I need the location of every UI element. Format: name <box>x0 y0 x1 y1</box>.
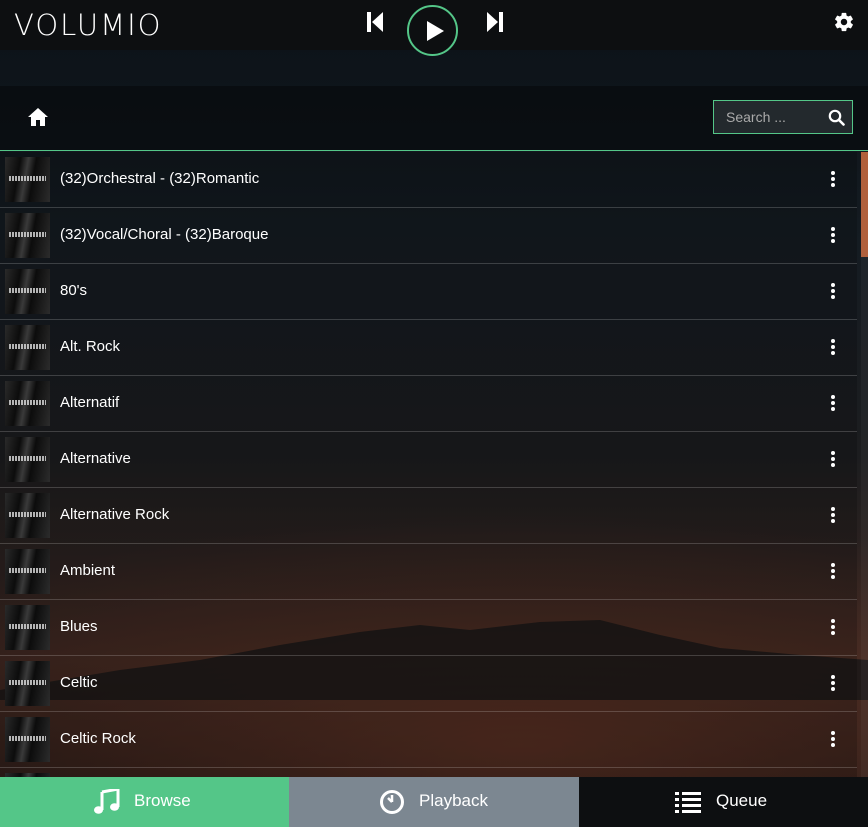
more-options-icon[interactable] <box>826 619 840 637</box>
album-art-thumbnail <box>5 381 50 426</box>
more-options-icon[interactable] <box>826 283 840 301</box>
more-options-icon[interactable] <box>826 395 840 413</box>
list-item-label: Celtic Rock <box>60 730 136 747</box>
list-item-label: (32)Orchestral - (32)Romantic <box>60 170 260 187</box>
bottom-tab-bar: Browse Playback Queue <box>0 777 868 827</box>
album-art-thumbnail <box>5 269 50 314</box>
list-scrollbar[interactable] <box>861 152 868 777</box>
list-icon <box>675 792 701 813</box>
album-art-thumbnail <box>5 213 50 258</box>
more-options-icon[interactable] <box>826 451 840 469</box>
tab-playback[interactable]: Playback <box>289 777 579 827</box>
album-art-thumbnail <box>5 325 50 370</box>
list-item-label: Alt. Rock <box>60 338 121 355</box>
music-note-icon <box>94 789 120 814</box>
more-options-icon[interactable] <box>826 675 840 693</box>
clock-icon <box>380 790 404 814</box>
gear-icon[interactable] <box>833 11 855 33</box>
album-art-thumbnail <box>5 437 50 482</box>
list-item[interactable]: Alternative <box>0 432 857 488</box>
play-icon <box>427 21 444 41</box>
home-icon[interactable] <box>27 107 49 127</box>
more-options-icon[interactable] <box>826 731 840 749</box>
more-options-icon[interactable] <box>826 339 840 357</box>
play-button[interactable] <box>407 5 458 56</box>
more-options-icon[interactable] <box>826 507 840 525</box>
list-item-label: Alternatif <box>60 394 120 411</box>
tab-browse[interactable]: Browse <box>0 777 289 827</box>
more-options-icon[interactable] <box>826 563 840 581</box>
search-input[interactable] <box>714 101 822 133</box>
list-item[interactable]: (32)Orchestral - (32)Romantic <box>0 152 857 208</box>
list-item-label: Celtic <box>60 674 98 691</box>
list-item-label: Alternative Rock <box>60 506 170 523</box>
list-item[interactable]: Ambient <box>0 544 857 600</box>
skip-forward-icon[interactable] <box>484 10 506 34</box>
tab-queue-label: Queue <box>716 791 768 810</box>
list-item[interactable]: Alternatif <box>0 376 857 432</box>
list-item[interactable]: Alternative Rock <box>0 488 857 544</box>
album-art-thumbnail <box>5 157 50 202</box>
list-item[interactable] <box>0 768 857 777</box>
search-box <box>713 100 853 134</box>
album-art-thumbnail <box>5 661 50 706</box>
genre-list: (32)Orchestral - (32)Romantic (32)Vocal/… <box>0 152 857 777</box>
list-item[interactable]: Celtic Rock <box>0 712 857 768</box>
search-icon[interactable] <box>828 109 845 126</box>
tab-browse-label: Browse <box>134 791 191 810</box>
list-item[interactable]: Alt. Rock <box>0 320 857 376</box>
tab-queue[interactable]: Queue <box>579 777 868 827</box>
more-options-icon[interactable] <box>826 171 840 189</box>
list-item[interactable]: 80's <box>0 264 857 320</box>
scrollbar-thumb[interactable] <box>861 152 868 257</box>
list-item-label: Alternative <box>60 450 131 467</box>
tab-playback-label: Playback <box>419 791 488 810</box>
top-bar: VOLUMIO <box>0 0 868 56</box>
list-item[interactable]: Blues <box>0 600 857 656</box>
browse-header <box>0 86 868 151</box>
album-art-thumbnail <box>5 549 50 594</box>
volumio-logo: VOLUMIO <box>14 8 163 42</box>
list-item-label: Ambient <box>60 562 116 579</box>
more-options-icon[interactable] <box>826 227 840 245</box>
list-item-label: 80's <box>60 282 88 299</box>
list-item-label: Blues <box>60 618 98 635</box>
list-item[interactable]: Celtic <box>0 656 857 712</box>
album-art-thumbnail <box>5 493 50 538</box>
album-art-thumbnail <box>5 717 50 762</box>
album-art-thumbnail <box>5 605 50 650</box>
list-item[interactable]: (32)Vocal/Choral - (32)Baroque <box>0 208 857 264</box>
skip-back-icon[interactable] <box>364 10 386 34</box>
list-item-label: (32)Vocal/Choral - (32)Baroque <box>60 226 269 243</box>
